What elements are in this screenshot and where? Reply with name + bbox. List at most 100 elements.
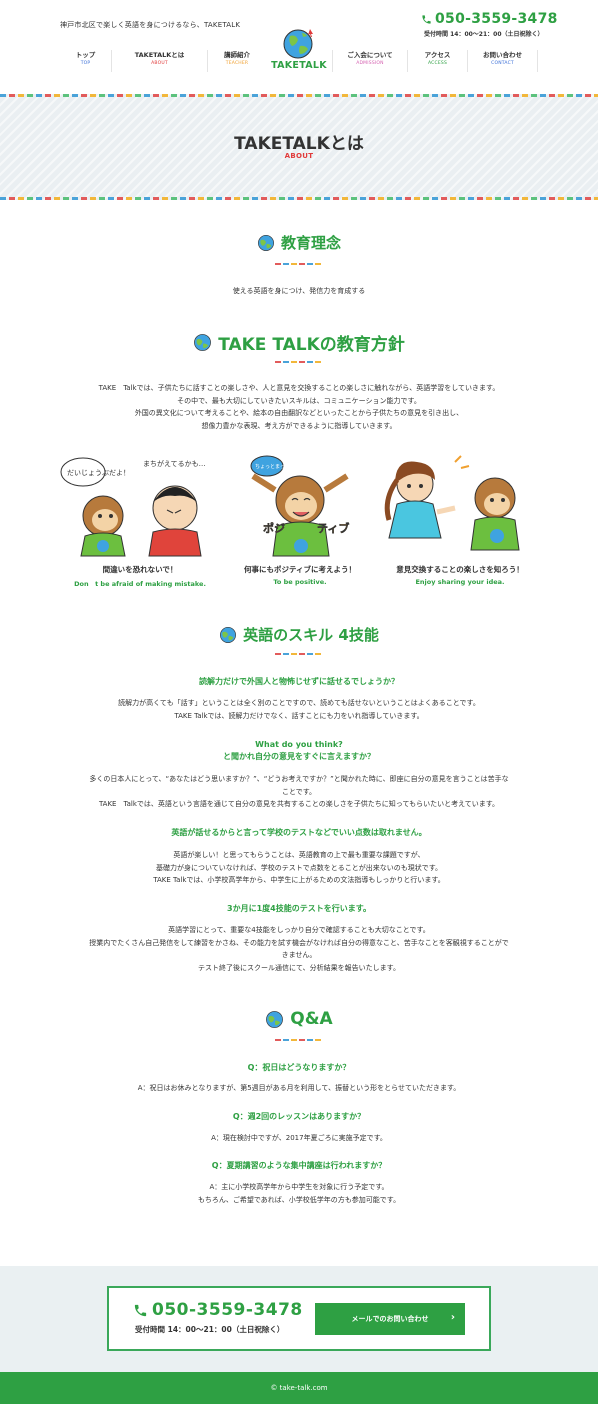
philosophy-text: 使える英語を身につけ、発信力を育成する — [232, 287, 366, 295]
nav-sublabel: CONTACT — [491, 61, 514, 66]
answer-line: ことです。 — [281, 787, 317, 796]
contact-box: 050-3559-3478 受付時間 14：00～21：00（土日祝除く） メー… — [107, 1286, 491, 1351]
airmail-stripe-bottom — [0, 197, 598, 200]
chevron-right-icon: › — [450, 1312, 455, 1323]
answer-line: 英語が楽しい！と思ってもらうことは、英語教育の上で最も重要な課題ですが、 — [173, 851, 425, 859]
answer-line: 英語学習にとって、重要な4技能をしっかり自分で確認することも大切なことです。 — [168, 926, 430, 934]
speech-bubble-text: ちょっとまって — [255, 464, 290, 470]
globe-logo-icon — [283, 29, 313, 59]
mail-contact-button[interactable]: メールでのお問い合わせ › — [315, 1303, 465, 1335]
answer-line: もちろん、ご希望であれば、小学校低学年の方も参加可能です。 — [197, 1195, 401, 1204]
phone-icon — [134, 1304, 147, 1316]
nav-item-contact[interactable]: お問い合わせ CONTACT — [468, 50, 538, 72]
policy-line: 想像力豊かな表現、考え方ができるように指導していきます。 — [201, 421, 397, 430]
contact-hours: 受付時間 14：00～21：00（土日祝除く） — [135, 1325, 285, 1334]
heading-divider — [275, 653, 323, 655]
site-logo[interactable]: TAKETALK — [268, 26, 330, 72]
policy-text: TAKE Talkでは、子供たちに話すことの楽しさや、人と意見を交換することの楽… — [40, 382, 558, 432]
globe-icon — [266, 1010, 284, 1028]
nav-item-access[interactable]: アクセス ACCESS — [408, 50, 468, 72]
illustration-caption-en: Enjoy sharing your idea. — [415, 578, 505, 586]
qa-answer: A：祝日はお休みとなりますが、第5週目がある月を利用して、振替という形をとらせて… — [137, 1084, 461, 1092]
nav-sublabel: ACCESS — [427, 61, 448, 66]
header-hours: 受付時間 14：00～21：00（土日祝除く） — [424, 31, 544, 38]
globe-icon — [258, 234, 274, 251]
nav-label: お問い合わせ — [483, 51, 522, 59]
section-heading-philosophy: 教育理念 — [0, 232, 598, 253]
qa-answer: A：主に小学校高学年から中学生を対象に行う予定です。 もちろん、ご希望であれば、… — [40, 1181, 558, 1206]
section-heading-skills: 英語のスキル 4技能 — [0, 624, 598, 645]
qa-question: Q：祝日はどうなりますか？ — [247, 1063, 351, 1072]
illustration-caption: 間違いを恐れないで！ — [102, 565, 178, 574]
page-title: TAKETALKとは — [234, 134, 364, 154]
illustration-positive: ちょっとまって ポジ ティブ — [215, 450, 385, 560]
nav-sublabel: TEACHER — [225, 61, 249, 66]
site-header: 神戸市北区で楽しく英語を身につけるなら、TAKETALK 050-3559-34… — [0, 0, 598, 94]
answer-line: 多くの日本人にとって、“あなたはどう思いますか？”、“どうお考えですか？”と聞か… — [89, 775, 509, 783]
nav-item-top[interactable]: トップ TOP — [60, 50, 112, 72]
heading-divider — [275, 263, 323, 265]
heading-divider — [275, 1039, 323, 1041]
header-phone[interactable]: 050-3559-3478 — [421, 11, 558, 27]
contact-phone-number: 050-3559-3478 — [152, 1300, 303, 1320]
phone-icon — [422, 14, 431, 24]
section-heading-text: 教育理念 — [280, 234, 341, 252]
logo-text: TAKETALK — [271, 60, 327, 71]
policy-line: 外国の異文化について考えることや、絵本の自由翻訳などといったことから子供たちの意… — [134, 409, 464, 417]
qa-answer: A：現在検討中ですが、2017年夏ごろに実施予定です。 — [211, 1134, 387, 1142]
nav-item-teacher[interactable]: 講師紹介 TEACHER — [208, 50, 266, 72]
positive-text-left: ポジ — [263, 521, 285, 535]
monkey-positive-illustration: ちょっとまって ポジ ティブ — [250, 455, 350, 557]
question-line: と聞かれ自分の意見をすぐに言えますか？ — [223, 752, 375, 761]
nav-item-admission[interactable]: ご入会について ADMISSION — [332, 50, 408, 72]
site-tagline: 神戸市北区で楽しく英語を身につけるなら、TAKETALK — [60, 21, 241, 29]
answer-line: A：主に小学校高学年から中学生を対象に行う予定です。 — [209, 1183, 389, 1191]
skill-question: 3か月に1度4技能のテストを行います。 — [227, 904, 371, 913]
nav-label: トップ — [75, 51, 96, 59]
answer-line: 基礎力が身についていなければ、学校のテストで点数をとることが出来ないのも現状です… — [155, 863, 443, 872]
globe-icon — [220, 626, 237, 643]
answer-line: TAKE Talkでは、英語という言語を通じて自分の意見を共有することの楽しさを… — [98, 800, 500, 808]
policy-line: その中で、最も大切にしていきたいスキルは、コミュニケーション能力です。 — [177, 396, 421, 405]
nav-sublabel: ADMISSION — [356, 61, 384, 66]
illustration-caption-en: Don t be afraid of making mistake. — [74, 580, 206, 588]
speech-bubble-text: だいじょうぶだよ！ — [67, 469, 130, 477]
illustration-caption: 意見交換することの楽しさを知ろう！ — [396, 565, 524, 574]
nav-label: ご入会について — [347, 51, 393, 59]
mail-contact-label: メールでのお問い合わせ — [351, 1315, 429, 1323]
contact-phone[interactable]: 050-3559-3478 — [133, 1300, 303, 1320]
skill-answer: 多くの日本人にとって、“あなたはどう思いますか？”、“どうお考えですか？”と聞か… — [40, 773, 558, 811]
qa-question: Q：週2回のレッスンはありますか？ — [232, 1112, 366, 1121]
speech-text: まちがえてるかも… — [143, 459, 206, 468]
section-heading-qa: Q&A — [0, 1009, 598, 1029]
globe-icon — [194, 334, 212, 351]
page-banner: TAKETALKとは ABOUT — [0, 94, 598, 200]
section-heading-text: TAKE TALKの教育方針 — [218, 335, 405, 355]
section-heading-text: 英語のスキル 4技能 — [243, 626, 379, 644]
answer-line: 授業内でたくさん自己発信をして練習をかさね、その能力を試す機会がなければ自分の得… — [89, 938, 509, 947]
illustration-caption-en: To be positive. — [273, 578, 327, 586]
skill-question: 英語が話せるからと言って学校のテストなどでいい点数は取れません。 — [171, 828, 427, 837]
section-heading-policy: TAKE TALKの教育方針 — [0, 330, 598, 355]
positive-text-right: ティブ — [317, 521, 349, 535]
monkey-boy-illustration: だいじょうぶだよ！ まちがえてるかも… — [60, 457, 206, 557]
answer-line: 読解力が高くても「話す」ということは全く別のことですので、読めても話せないという… — [118, 699, 480, 707]
site-footer: © take-talk.com — [0, 1372, 598, 1404]
answer-line: きません。 — [281, 951, 317, 959]
airmail-stripe-top — [0, 94, 598, 97]
answer-line: TAKE Talkでは、小学校高学年から、中学生に上がるための文法指導もしっかり… — [153, 876, 445, 884]
copyright-text: © take-talk.com — [270, 1384, 328, 1392]
illustration-caption: 何事にもポジティブに考えよう！ — [243, 565, 357, 574]
nav-sublabel: TOP — [80, 61, 91, 66]
nav-label: TAKETALKとは — [134, 51, 185, 59]
section-heading-text: Q&A — [290, 1009, 333, 1029]
page-subtitle: ABOUT — [284, 152, 314, 160]
skill-question: What do you think? と聞かれ自分の意見をすぐに言えますか？ — [40, 739, 558, 763]
nav-label: アクセス — [424, 51, 451, 59]
skill-answer: 読解力が高くても「話す」ということは全く別のことですので、読めても話せないという… — [40, 697, 558, 722]
girl-monkey-illustration — [384, 455, 520, 551]
skill-question: 読解力だけで外国人と物怖じせずに話せるでしょうか？ — [199, 677, 399, 686]
nav-sublabel: ABOUT — [151, 61, 168, 66]
nav-item-about[interactable]: TAKETALKとは ABOUT — [112, 50, 208, 72]
illustration-sharing — [375, 450, 545, 560]
